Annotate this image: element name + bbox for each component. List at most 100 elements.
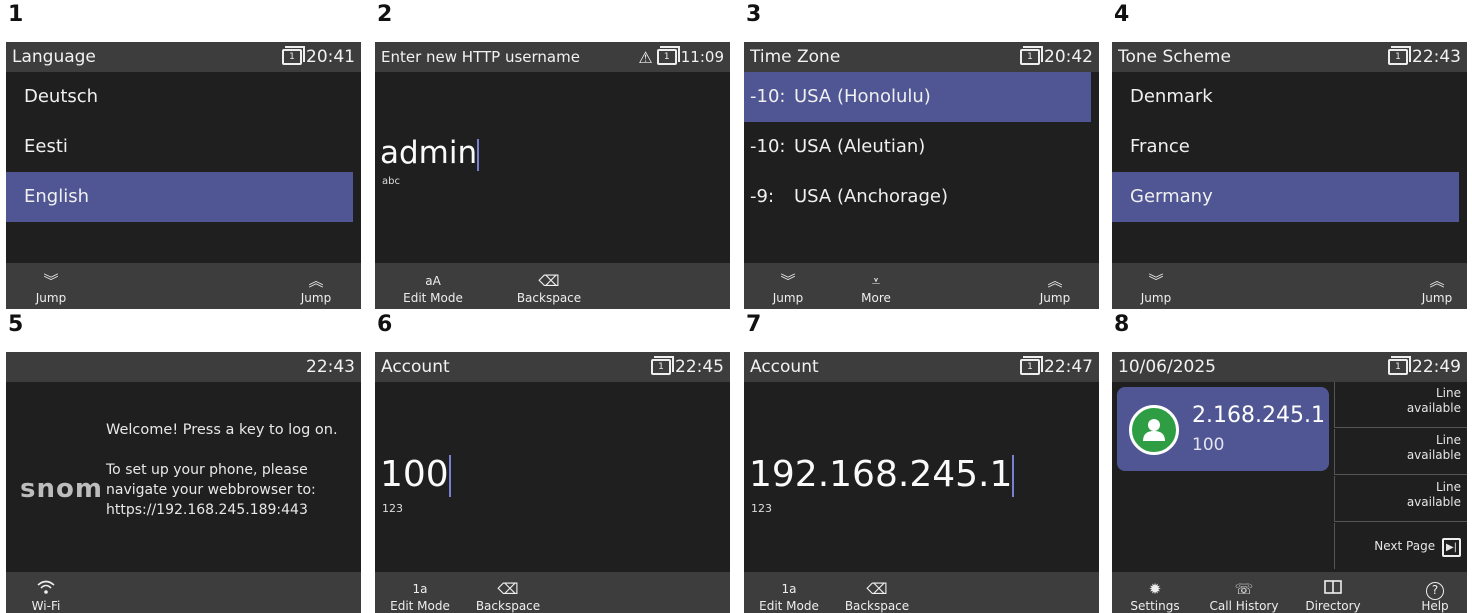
jump-up-softkey[interactable]: ︽ Jump <box>1397 271 1467 305</box>
tz-offset: -10: <box>750 136 786 157</box>
account-input[interactable]: 192.168.245.1 <box>749 454 1015 497</box>
double-chevron-up-icon: ︽ <box>308 272 324 290</box>
edit-mode-softkey[interactable]: aA Edit Mode <box>393 271 473 305</box>
input-mode-indicator: 123 <box>751 502 772 515</box>
list-item-aleutian[interactable]: -10: USA (Aleutian) <box>744 122 1099 172</box>
account-input[interactable]: 100 <box>380 454 451 497</box>
softkey-label: Settings <box>1130 599 1180 613</box>
call-history-softkey[interactable]: ☏ Call History <box>1204 579 1284 613</box>
jump-down-softkey[interactable]: ︾ Jump <box>11 271 91 305</box>
softkey-bar: 1a Edit Mode ⌫ Backspace <box>375 572 730 613</box>
clock: 22:47 <box>1044 357 1093 377</box>
jump-up-softkey[interactable]: ︽ Jump <box>1015 271 1095 305</box>
help-softkey[interactable]: ? Help <box>1395 579 1467 613</box>
jump-up-softkey[interactable]: ︽ Jump <box>276 271 356 305</box>
panel-number: 5 <box>8 312 24 337</box>
line-label: Line <box>1435 480 1461 494</box>
next-page-key[interactable]: Next Page ▶| <box>1334 523 1467 569</box>
edit-mode-softkey[interactable]: 1a Edit Mode <box>749 579 829 613</box>
backspace-icon: ⌫ <box>497 580 519 598</box>
screen-title: Account <box>750 357 819 377</box>
list-item-deutsch[interactable]: Deutsch <box>6 72 361 122</box>
clock: 11:09 <box>680 48 724 66</box>
line-icon: 1 <box>282 46 305 65</box>
header-bar: Time Zone 1 20:42 <box>744 42 1099 72</box>
clock: 20:42 <box>1044 47 1093 67</box>
input-mode-indicator: abc <box>382 176 400 187</box>
panel-number: 2 <box>377 2 393 27</box>
line-status: available <box>1406 401 1461 415</box>
softkey-bar: ︾ Jump ⩡ More ︽ Jump <box>744 263 1099 309</box>
softkey-bar: ︾ Jump ︽ Jump <box>1112 263 1467 309</box>
backspace-softkey[interactable]: ⌫ Backspace <box>837 579 917 613</box>
username-input[interactable]: admin <box>380 135 480 171</box>
list-item-honolulu[interactable]: -10: USA (Honolulu) <box>744 72 1091 122</box>
backspace-softkey[interactable]: ⌫ Backspace <box>468 579 548 613</box>
input-value: admin <box>380 135 478 171</box>
clock: 22:45 <box>675 357 724 377</box>
snom-logo: snom <box>20 474 103 504</box>
softkey-label: Backspace <box>516 291 582 305</box>
account-screen: Account 1 22:45 100 123 1a Edit Mode ⌫ Ba… <box>375 352 730 613</box>
timezone-screen: Time Zone 1 20:42 -10: USA (Honolulu) -10:… <box>744 42 1099 309</box>
screen-title: Account <box>381 357 450 377</box>
softkey-bar: Wi-Fi <box>6 572 361 613</box>
language-list: Deutsch Eesti English <box>6 72 361 222</box>
line-key-3[interactable]: Line available <box>1334 476 1467 522</box>
tz-label: USA (Honolulu) <box>794 86 931 107</box>
softkey-bar: 1a Edit Mode ⌫ Backspace <box>744 572 1099 613</box>
softkey-label: Jump <box>772 291 804 305</box>
directory-softkey[interactable]: Directory <box>1293 579 1373 613</box>
line-key-2[interactable]: Line available <box>1334 429 1467 475</box>
idle-screen: 10/06/2025 1 22:49 2.168.245.1 100 Line a… <box>1112 352 1467 613</box>
softkey-bar: ✹ Settings ☏ Call History Directory ? He… <box>1112 572 1467 613</box>
panel-number: 1 <box>8 2 24 27</box>
list-item-germany[interactable]: Germany <box>1112 172 1459 222</box>
panel-number: 7 <box>746 312 762 337</box>
softkey-label: Jump <box>1039 291 1071 305</box>
line-icon: 1 <box>656 46 680 65</box>
tz-offset: -9: <box>750 186 775 207</box>
list-item-anchorage[interactable]: -9: USA (Anchorage) <box>744 172 1099 222</box>
username-screen: Enter new HTTP username ⚠ 1 11:09 admin … <box>375 42 730 309</box>
date: 10/06/2025 <box>1118 357 1216 377</box>
list-item-eesti[interactable]: Eesti <box>6 122 361 172</box>
panel-number: 8 <box>1114 312 1130 337</box>
line-key-1[interactable]: Line available <box>1334 382 1467 428</box>
list-item-denmark[interactable]: Denmark <box>1112 72 1467 122</box>
tz-offset: -10: <box>750 86 786 107</box>
text-cursor <box>1012 455 1015 497</box>
tz-label: USA (Anchorage) <box>794 186 948 207</box>
instruction-line: To set up your phone, please <box>106 462 308 478</box>
softkey-label: Jump <box>300 291 332 305</box>
wifi-icon <box>6 579 86 599</box>
line-status: available <box>1406 448 1461 462</box>
input-mode-indicator: 123 <box>382 502 403 515</box>
welcome-screen: 22:43 snom Welcome! Press a key to log o… <box>6 352 361 613</box>
more-softkey[interactable]: ⩡ More <box>836 271 916 305</box>
setup-url: https://192.168.245.189:443 <box>106 502 308 518</box>
edit-mode-softkey[interactable]: 1a Edit Mode <box>380 579 460 613</box>
list-item-english[interactable]: English <box>6 172 353 222</box>
jump-down-softkey[interactable]: ︾ Jump <box>748 271 828 305</box>
wifi-softkey[interactable]: Wi-Fi <box>6 579 86 613</box>
clock: 22:43 <box>1412 47 1461 67</box>
screen-title: Time Zone <box>750 47 841 67</box>
settings-softkey[interactable]: ✹ Settings <box>1115 579 1195 613</box>
screen-title: Language <box>12 47 96 67</box>
softkey-label: Jump <box>1421 291 1453 305</box>
more-icon: ⩡ <box>871 272 881 290</box>
softkey-label: Edit Mode <box>759 599 819 613</box>
welcome-message: Welcome! Press a key to log on. <box>106 422 338 438</box>
panel-number: 3 <box>746 2 762 27</box>
list-item-france[interactable]: France <box>1112 122 1467 172</box>
account-screen: Account 1 22:47 192.168.245.1 123 1a Edit… <box>744 352 1099 613</box>
identity-card[interactable]: 2.168.245.1 100 <box>1117 387 1329 471</box>
edit-mode-icon: 1a <box>412 582 428 596</box>
softkey-label: More <box>861 291 891 305</box>
jump-down-softkey[interactable]: ︾ Jump <box>1116 271 1196 305</box>
backspace-softkey[interactable]: ⌫ Backspace <box>509 271 589 305</box>
line-icon: 1 <box>1388 356 1411 375</box>
screen-title: Enter new HTTP username <box>381 48 580 66</box>
softkey-label: Edit Mode <box>390 599 450 613</box>
